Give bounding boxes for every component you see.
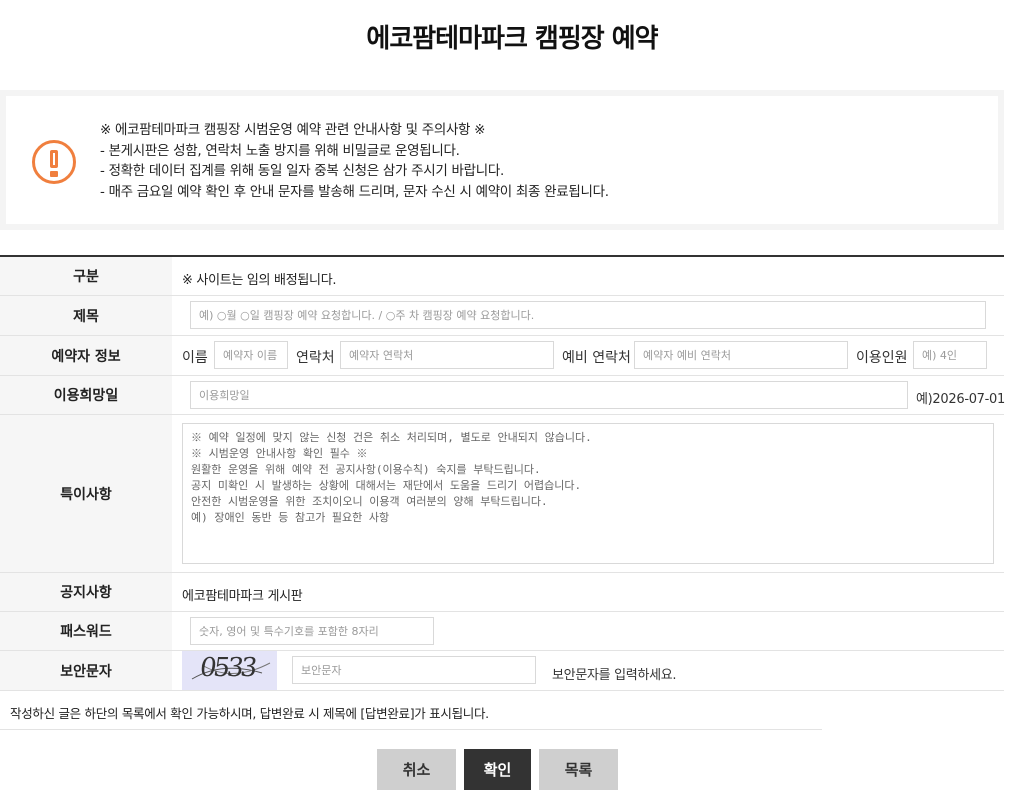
reserver-cell: 이름 연락처 예비 연락처 이용인원 (172, 336, 1004, 375)
list-button[interactable]: 목록 (539, 749, 618, 790)
name-label: 이름 (182, 350, 208, 366)
row-category: 구분 ※ 사이트는 임의 배정됩니다. (0, 257, 1004, 296)
date-cell: 예)2026-07-01 (172, 376, 1005, 414)
people-label: 이용인원 (856, 350, 908, 366)
confirm-button[interactable]: 확인 (464, 749, 531, 790)
captcha-text: 0533 (197, 653, 257, 683)
password-input[interactable] (190, 617, 434, 645)
people-input[interactable] (913, 341, 987, 369)
notice-box: ※ 에코팜테마파크 캠핑장 시범운영 예약 관련 안내사항 및 주의사항 ※ -… (0, 90, 1004, 230)
notice-inner: ※ 에코팜테마파크 캠핑장 시범운영 예약 관련 안내사항 및 주의사항 ※ -… (6, 96, 998, 224)
subject-cell (172, 296, 1004, 335)
notice-line: - 매주 금요일 예약 확인 후 안내 문자를 발송해 드리며, 문자 수신 시… (100, 183, 609, 200)
contact-label: 연락처 (296, 350, 335, 366)
row-remarks: 특이사항 ※ 예약 일정에 맞지 않는 신청 건은 취소 처리되며, 별도로 안… (0, 415, 1004, 573)
captcha-hint: 보안문자를 입력하세요. (552, 668, 677, 683)
footer-note: 작성하신 글은 하단의 목록에서 확인 가능하시며, 답변완료 시 제목에 [답… (10, 706, 489, 721)
board-cell: 에코팜테마파크 게시판 (172, 573, 1004, 611)
exclamation-bar (50, 150, 58, 168)
remarks-cell: ※ 예약 일정에 맞지 않는 신청 건은 취소 처리되며, 별도로 안내되지 않… (172, 415, 1004, 572)
reserver-label: 예약자 정보 (0, 336, 172, 375)
password-cell (172, 612, 1004, 650)
exclamation-dot (50, 171, 58, 177)
category-value: ※ 사이트는 임의 배정됩니다. (182, 273, 337, 288)
notice-line: - 본게시판은 성함, 연락처 노출 방지를 위해 비밀글로 운영됩니다. (100, 142, 460, 159)
board-value: 에코팜테마파크 게시판 (182, 589, 303, 604)
captcha-cell: 0533 보안문자를 입력하세요. (172, 651, 1004, 690)
name-input[interactable] (214, 341, 288, 369)
row-password: 패스워드 (0, 612, 1004, 651)
date-label: 이용희망일 (0, 376, 172, 414)
notice-line: - 정확한 데이터 집계를 위해 동일 일자 중복 신청은 삼가 주시기 바랍니… (100, 163, 504, 179)
reservation-form: 구분 ※ 사이트는 임의 배정됩니다. 제목 예약자 정보 이름 연락처 예비 … (0, 255, 1005, 691)
captcha-image: 0533 (182, 651, 277, 690)
footer-divider (0, 729, 822, 730)
contact-input[interactable] (340, 341, 554, 369)
remarks-textarea[interactable]: ※ 예약 일정에 맞지 않는 신청 건은 취소 처리되며, 별도로 안내되지 않… (182, 423, 994, 564)
row-reserver: 예약자 정보 이름 연락처 예비 연락처 이용인원 (0, 336, 1004, 376)
board-label: 공지사항 (0, 573, 172, 611)
remarks-label: 특이사항 (0, 415, 172, 572)
row-subject: 제목 (0, 296, 1004, 336)
notice-lines: ※ 에코팜테마파크 캠핑장 시범운영 예약 관련 안내사항 및 주의사항 ※ -… (100, 120, 609, 202)
row-board: 공지사항 에코팜테마파크 게시판 (0, 573, 1004, 612)
password-label: 패스워드 (0, 612, 172, 650)
row-date: 이용희망일 예)2026-07-01 (0, 376, 1005, 415)
notice-line: ※ 에코팜테마파크 캠핑장 시범운영 예약 관련 안내사항 및 주의사항 ※ (100, 122, 486, 138)
row-captcha: 보안문자 0533 보안문자를 입력하세요. (0, 651, 1004, 691)
date-input[interactable] (190, 381, 908, 409)
date-example: 예)2026-07-01 (916, 392, 1005, 407)
category-cell: ※ 사이트는 임의 배정됩니다. (172, 257, 1004, 295)
backup-contact-input[interactable] (634, 341, 848, 369)
page-title: 에코팜테마파크 캠핑장 예약 (366, 24, 658, 54)
backup-contact-label: 예비 연락처 (562, 350, 631, 366)
category-label: 구분 (0, 257, 172, 295)
captcha-label: 보안문자 (0, 651, 172, 690)
cancel-button[interactable]: 취소 (377, 749, 456, 790)
exclamation-circle-icon (32, 140, 76, 184)
captcha-input[interactable] (292, 656, 536, 684)
subject-input[interactable] (190, 301, 986, 329)
subject-label: 제목 (0, 296, 172, 335)
